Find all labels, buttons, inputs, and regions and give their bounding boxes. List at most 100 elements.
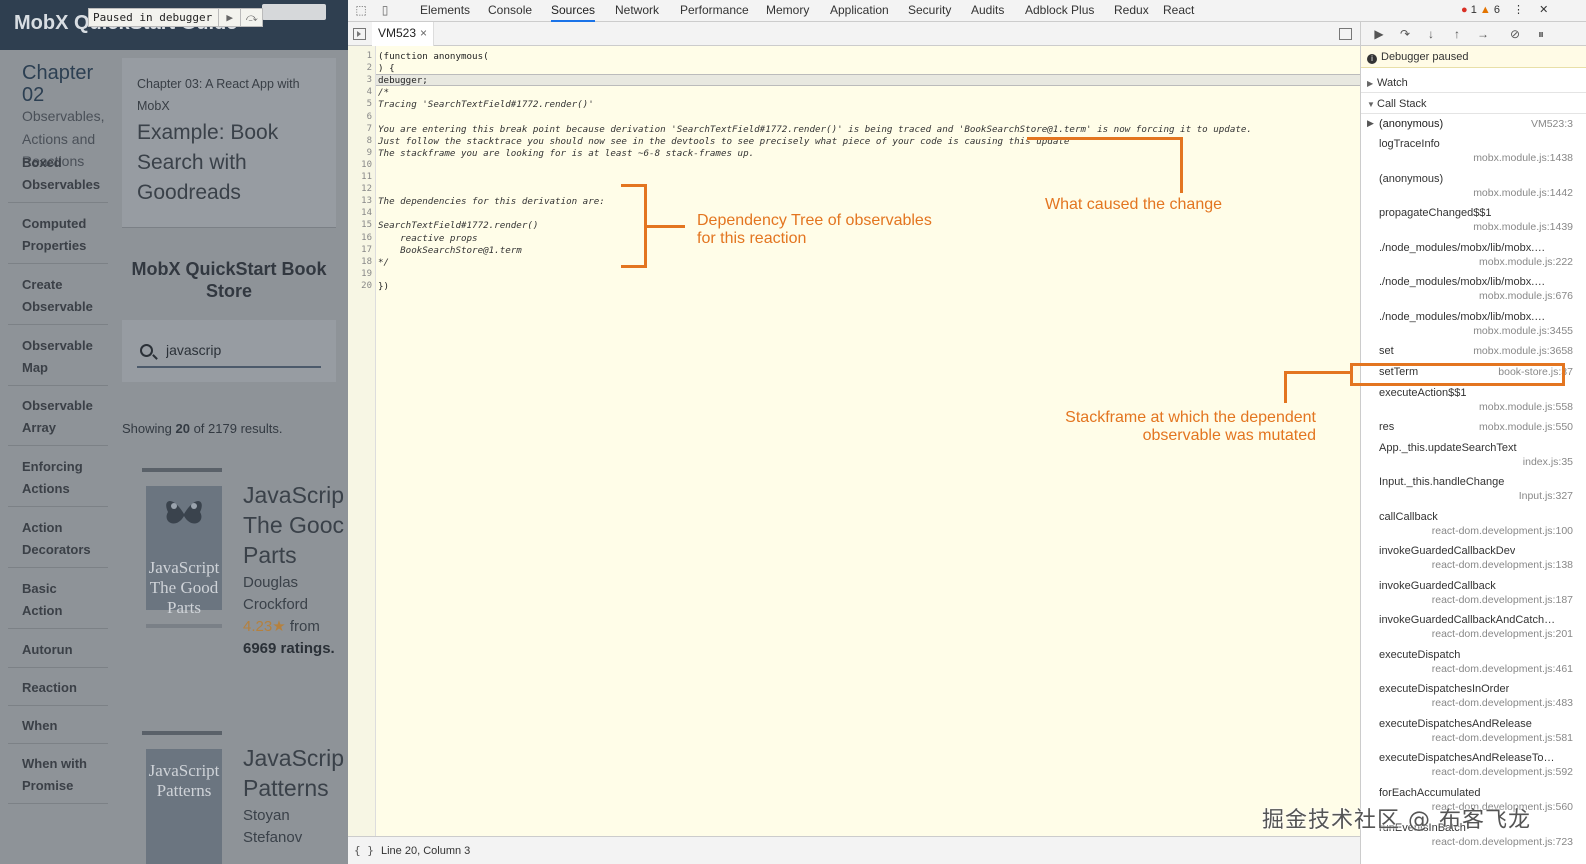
book-title-line[interactable]: The Gooc	[243, 510, 344, 540]
step-over-icon[interactable]: ⤼	[240, 9, 262, 26]
call-stack-frame[interactable]: invokeGuardedCallbackAndCatch… react-dom.…	[1361, 614, 1586, 646]
console-counters[interactable]: ● 1 ▲ 6 ⋮ ✕	[1461, 3, 1548, 16]
resume-icon[interactable]: ▶	[218, 9, 240, 26]
devtools-tab[interactable]: Performance	[680, 0, 749, 22]
line-number[interactable]: 3	[348, 75, 372, 85]
call-stack-frame[interactable]: propagateChanged$$1 mobx.module.js:1439	[1361, 207, 1586, 239]
line-number[interactable]: 1	[348, 51, 372, 61]
pretty-print-icon[interactable]: { }	[354, 844, 374, 857]
sidebar-nav-item[interactable]: Action Decorators	[8, 517, 108, 568]
line-number[interactable]: 16	[348, 233, 372, 243]
devtools-tab[interactable]: Memory	[766, 0, 809, 22]
line-number[interactable]: 13	[348, 196, 372, 206]
rating-from: from	[289, 618, 320, 635]
devtools-tab[interactable]: Security	[908, 0, 951, 22]
call-stack-frame[interactable]: ./node_modules/mobx/lib/mobx.… mobx.modul…	[1361, 276, 1586, 308]
sidebar-nav-item[interactable]: Basic Action	[8, 578, 108, 629]
toggle-debugger-sidebar-icon[interactable]	[1339, 28, 1352, 40]
inspect-element-icon[interactable]: ⬚	[354, 3, 368, 17]
more-menu-icon[interactable]: ⋮	[1513, 4, 1524, 16]
deactivate-breakpoints-icon[interactable]: ⊘	[1507, 26, 1523, 42]
file-tab[interactable]: VM523 ×	[372, 22, 435, 46]
line-number[interactable]: 17	[348, 245, 372, 255]
call-stack-frame[interactable]: invokeGuardedCallbackDev react-dom.develo…	[1361, 545, 1586, 577]
line-number[interactable]: 10	[348, 160, 372, 170]
devtools-tab[interactable]: React	[1163, 0, 1194, 22]
resume-script-icon[interactable]: ▶	[1371, 26, 1387, 42]
call-stack-frame[interactable]: callCallback react-dom.development.js:100	[1361, 511, 1586, 543]
close-tab-icon[interactable]: ×	[420, 26, 427, 40]
line-number[interactable]: 7	[348, 124, 372, 134]
step-out-icon[interactable]: ↑	[1449, 26, 1465, 42]
devtools-tab[interactable]: Audits	[971, 0, 1004, 22]
book-title-line[interactable]: Patterns	[243, 773, 329, 803]
call-stack-frame[interactable]: ./node_modules/mobx/lib/mobx.… mobx.modul…	[1361, 311, 1586, 343]
book-cover[interactable]: JavaScript The Good Parts	[142, 468, 222, 638]
sidebar-nav-item[interactable]: Reaction	[8, 677, 108, 706]
line-number[interactable]: 2	[348, 63, 372, 73]
sidebar-nav-item[interactable]: When with Promise	[8, 753, 108, 804]
sidebar-nav-item[interactable]: Observable Array	[8, 395, 108, 446]
line-number[interactable]: 14	[348, 208, 372, 218]
line-number[interactable]: 9	[348, 148, 372, 158]
call-stack-frame[interactable]: executeAction$$1 mobx.module.js:558	[1361, 387, 1586, 419]
call-stack-frame[interactable]: App._this.updateSearchText index.js:35	[1361, 442, 1586, 474]
line-number[interactable]: 19	[348, 269, 372, 279]
devtools-tab[interactable]: Application	[830, 0, 889, 22]
sidebar-nav-item[interactable]: Enforcing Actions	[8, 456, 108, 507]
line-number[interactable]: 20	[348, 281, 372, 291]
call-stack-section-header[interactable]: ▼ Call Stack	[1361, 94, 1586, 114]
book-title-line[interactable]: JavaScrip	[243, 743, 344, 773]
app-header: MobX QuickStart Guide Paused in debugger…	[0, 0, 348, 50]
pause-on-exceptions-icon[interactable]: ⏸	[1533, 26, 1549, 42]
devtools-tab[interactable]: Console	[488, 0, 532, 22]
call-stack-frame[interactable]: executeDispatch react-dom.development.js:…	[1361, 649, 1586, 681]
book-author-line: Crockford	[243, 596, 309, 613]
line-number[interactable]: 12	[348, 184, 372, 194]
call-stack-frame[interactable]: ./node_modules/mobx/lib/mobx.… mobx.modul…	[1361, 242, 1586, 274]
sidebar-nav-item[interactable]: When	[8, 715, 108, 744]
call-stack-frame[interactable]: executeDispatchesInOrder react-dom.develo…	[1361, 683, 1586, 715]
book-cover[interactable]: JavaScript Patterns	[142, 731, 222, 864]
watch-section-header[interactable]: ▶ Watch	[1361, 73, 1586, 93]
devtools-tab[interactable]: Network	[615, 0, 659, 22]
call-stack-frame[interactable]: logTraceInfo mobx.module.js:1438	[1361, 138, 1586, 170]
step-into-icon[interactable]: ↓	[1423, 26, 1439, 42]
frame-location: VM523:3	[1530, 118, 1573, 130]
header-button[interactable]	[262, 4, 326, 20]
call-stack-frame[interactable]: executeDispatchesAndRelease react-dom.dev…	[1361, 718, 1586, 750]
call-stack-frame[interactable]: ▶ (anonymous) VM523:3	[1361, 118, 1586, 136]
call-stack-frame[interactable]: invokeGuardedCallback react-dom.developme…	[1361, 580, 1586, 612]
call-stack-frame[interactable]: res mobx.module.js:550	[1361, 421, 1586, 439]
call-stack-frame[interactable]: Input._this.handleChange Input.js:327	[1361, 476, 1586, 508]
book-title-line[interactable]: Parts	[243, 540, 297, 570]
call-stack-frame[interactable]: executeDispatchesAndReleaseTo… react-dom.…	[1361, 752, 1586, 784]
line-number[interactable]: 8	[348, 136, 372, 146]
call-stack-frame[interactable]: set mobx.module.js:3658	[1361, 345, 1586, 363]
sidebar-nav-item[interactable]: Autorun	[8, 639, 108, 668]
search-input[interactable]	[166, 338, 316, 362]
step-over-icon[interactable]: ↷	[1397, 26, 1413, 42]
device-toolbar-icon[interactable]: ▯	[378, 3, 392, 17]
line-number[interactable]: 18	[348, 257, 372, 267]
frame-function: ./node_modules/mobx/lib/mobx.…	[1379, 276, 1546, 288]
call-stack-frame[interactable]: (anonymous) mobx.module.js:1442	[1361, 173, 1586, 205]
devtools-tab[interactable]: Elements	[420, 0, 470, 22]
line-number[interactable]: 4	[348, 87, 372, 97]
devtools-tab[interactable]: Adblock Plus	[1025, 0, 1094, 22]
line-number[interactable]: 11	[348, 172, 372, 182]
line-number[interactable]: 15	[348, 220, 372, 230]
devtools-tab[interactable]: Sources	[551, 0, 596, 22]
close-devtools-icon[interactable]: ✕	[1539, 4, 1548, 16]
toggle-navigator-icon[interactable]	[353, 28, 366, 40]
line-gutter[interactable]: 1 2 3 4 5 6 7 8 9 10 11 12 13 14 15 16 17 18 19 20	[348, 46, 376, 836]
sidebar-nav-item[interactable]: Create Observable	[8, 274, 108, 325]
step-icon[interactable]: →	[1475, 26, 1491, 42]
devtools-tab[interactable]: Redux	[1114, 0, 1149, 22]
sidebar-nav-item[interactable]: Computed Properties	[8, 213, 108, 264]
book-title-line[interactable]: JavaScrip	[243, 480, 344, 510]
sidebar-nav-item[interactable]: Observable Map	[8, 335, 108, 386]
sidebar-nav-item[interactable]: Boxed Observables	[8, 152, 108, 203]
line-number[interactable]: 6	[348, 112, 372, 122]
line-number[interactable]: 5	[348, 99, 372, 109]
